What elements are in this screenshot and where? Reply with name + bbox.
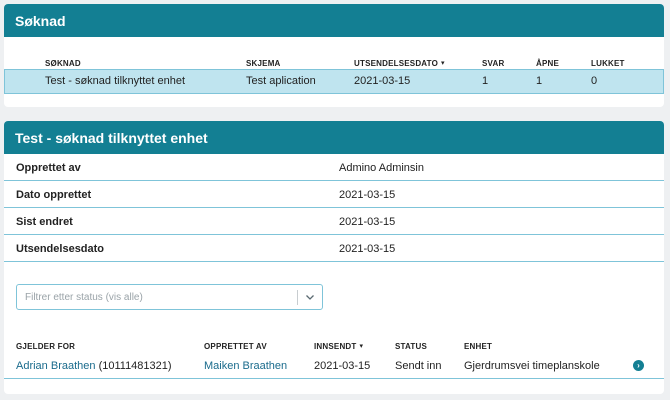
field-row-utsendelsesdato: Utsendelsesdato 2021-03-15 bbox=[4, 235, 664, 262]
cell-svar: 1 bbox=[482, 75, 489, 87]
cell-utsendelsesdato: 2021-03-15 bbox=[354, 75, 411, 87]
sort-desc-icon: ▾ bbox=[441, 60, 445, 67]
field-label: Sist endret bbox=[16, 216, 73, 228]
cell-gjelder-for: Adrian Braathen (10111481321) bbox=[16, 360, 172, 372]
col-header-status[interactable]: STATUS bbox=[395, 342, 427, 351]
cell-apne: 1 bbox=[536, 75, 543, 87]
filter-divider bbox=[297, 290, 298, 305]
soknad-panel: Søknad SØKNAD SKJEMA UTSENDELSESDATO ▾ SV… bbox=[4, 4, 664, 107]
detail-panel-title: Test - søknad tilknyttet enhet bbox=[4, 121, 664, 154]
soknad-panel-title: Søknad bbox=[4, 4, 664, 37]
field-value: 2021-03-15 bbox=[339, 216, 396, 228]
detail-panel: Test - søknad tilknyttet enhet Opprettet… bbox=[4, 121, 664, 394]
col-header-soknad[interactable]: SØKNAD bbox=[45, 59, 81, 68]
chevron-down-icon[interactable] bbox=[304, 291, 316, 303]
field-row-opprettet-av: Opprettet av Admino Adminsin bbox=[4, 154, 664, 181]
field-label: Dato opprettet bbox=[16, 189, 92, 201]
soknad-table: SØKNAD SKJEMA UTSENDELSESDATO ▾ SVAR ÅPNE… bbox=[4, 37, 664, 107]
cell-skjema: Test aplication bbox=[246, 75, 316, 87]
cell-status: Sendt inn bbox=[395, 360, 442, 372]
col-header-skjema[interactable]: SKJEMA bbox=[246, 59, 281, 68]
col-header-apne[interactable]: ÅPNE bbox=[536, 59, 559, 68]
cell-innsendt: 2021-03-15 bbox=[314, 360, 371, 372]
opprettet-av-link[interactable]: Maiken Braathen bbox=[204, 360, 287, 372]
gjelder-for-link[interactable]: Adrian Braathen bbox=[16, 360, 96, 372]
field-label: Opprettet av bbox=[16, 162, 81, 174]
cell-soknad: Test - søknad tilknyttet enhet bbox=[45, 75, 186, 87]
field-label: Utsendelsesdato bbox=[16, 243, 105, 255]
sort-desc-icon: ▾ bbox=[359, 343, 364, 350]
col-header-lukket[interactable]: LUKKET bbox=[591, 59, 625, 68]
col-header-innsendt[interactable]: INNSENDT ▾ bbox=[314, 342, 363, 351]
field-value: 2021-03-15 bbox=[339, 189, 396, 201]
col-header-svar[interactable]: SVAR bbox=[482, 59, 504, 68]
field-value: Admino Adminsin bbox=[339, 162, 424, 174]
gjelder-for-id: (10111481321) bbox=[98, 360, 172, 372]
status-filter-placeholder: Filtrer etter status (vis alle) bbox=[25, 292, 143, 303]
col-header-utsendelsesdato[interactable]: UTSENDELSESDATO ▾ bbox=[354, 59, 445, 68]
col-header-gjelder-for[interactable]: GJELDER FOR bbox=[16, 342, 75, 351]
col-header-opprettet-av[interactable]: OPPRETTET AV bbox=[204, 342, 267, 351]
chevron-right-circle-icon[interactable]: › bbox=[633, 360, 644, 371]
row-divider bbox=[4, 378, 664, 379]
col-header-enhet[interactable]: ENHET bbox=[464, 342, 492, 351]
cell-lukket: 0 bbox=[591, 75, 598, 87]
cell-enhet: Gjerdrumsvei timeplanskole bbox=[464, 360, 600, 372]
field-value: 2021-03-15 bbox=[339, 243, 396, 255]
field-row-dato-opprettet: Dato opprettet 2021-03-15 bbox=[4, 181, 664, 208]
status-filter-select[interactable]: Filtrer etter status (vis alle) bbox=[16, 284, 323, 310]
field-row-sist-endret: Sist endret 2021-03-15 bbox=[4, 208, 664, 235]
